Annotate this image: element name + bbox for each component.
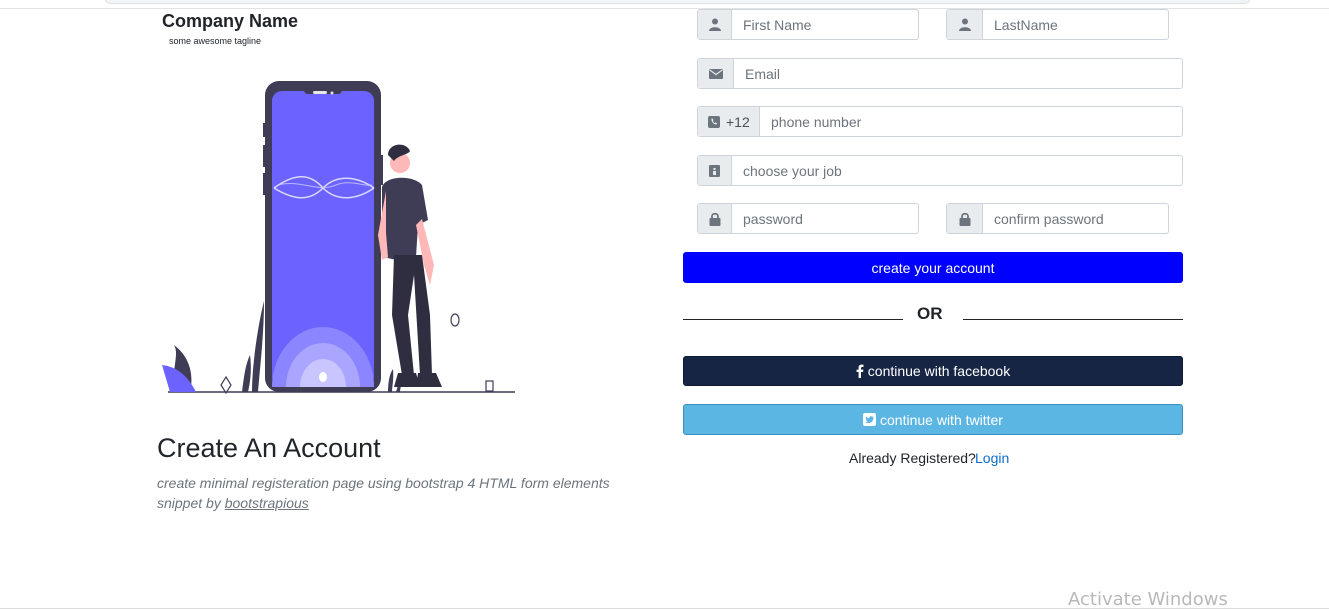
twitter-icon (863, 413, 877, 426)
create-account-button[interactable]: create your account (683, 252, 1183, 283)
bootstrapious-link[interactable]: bootstrapious (225, 495, 309, 511)
phone-prefix[interactable]: +12 (698, 107, 760, 136)
email-input[interactable] (734, 59, 1182, 88)
company-name: Company Name (162, 11, 299, 31)
divider-left (683, 319, 903, 320)
phone-input[interactable] (760, 107, 1182, 136)
user-icon (947, 10, 983, 39)
first-name-input[interactable] (732, 10, 918, 39)
phone-group: +12 (697, 106, 1183, 137)
create-account-label: create your account (871, 259, 995, 276)
twitter-label: continue with twitter (880, 411, 1003, 428)
brand: Company Name some awesome tagline (162, 11, 298, 46)
facebook-button[interactable]: continue with facebook (683, 356, 1183, 386)
id-card-icon (698, 156, 732, 185)
job-select[interactable] (732, 156, 1182, 185)
password-input[interactable] (732, 204, 918, 233)
job-group (697, 155, 1183, 186)
page-subtitle: create minimal registeration page using … (157, 473, 617, 513)
address-bar-edge (105, 0, 1250, 4)
envelope-icon (698, 59, 734, 88)
activate-windows-watermark: Activate Windows (1068, 589, 1228, 610)
lock-icon (698, 204, 732, 233)
user-icon (698, 10, 732, 39)
phone-icon (708, 115, 720, 128)
twitter-button[interactable]: continue with twitter (683, 404, 1183, 435)
country-code: +12 (726, 113, 750, 130)
first-name-group (697, 9, 919, 40)
email-group (697, 58, 1183, 89)
facebook-icon (856, 364, 864, 378)
confirm-password-group (946, 203, 1169, 234)
password-group (697, 203, 919, 234)
bottom-edge (0, 608, 1329, 609)
browser-top-strip (0, 0, 1329, 9)
lock-icon (947, 204, 983, 233)
page-title: Create An Account (157, 433, 381, 463)
last-name-group (946, 9, 1169, 40)
last-name-input[interactable] (983, 10, 1168, 39)
divider-right (963, 319, 1183, 320)
already-registered-text: Already Registered? (849, 450, 976, 466)
confirm-password-input[interactable] (983, 204, 1168, 233)
facebook-label: continue with facebook (867, 363, 1011, 379)
login-link[interactable]: Login (975, 450, 1009, 466)
company-tagline: some awesome tagline (169, 36, 262, 46)
phone-person-illustration (162, 81, 515, 395)
or-divider-text: OR (917, 304, 943, 323)
